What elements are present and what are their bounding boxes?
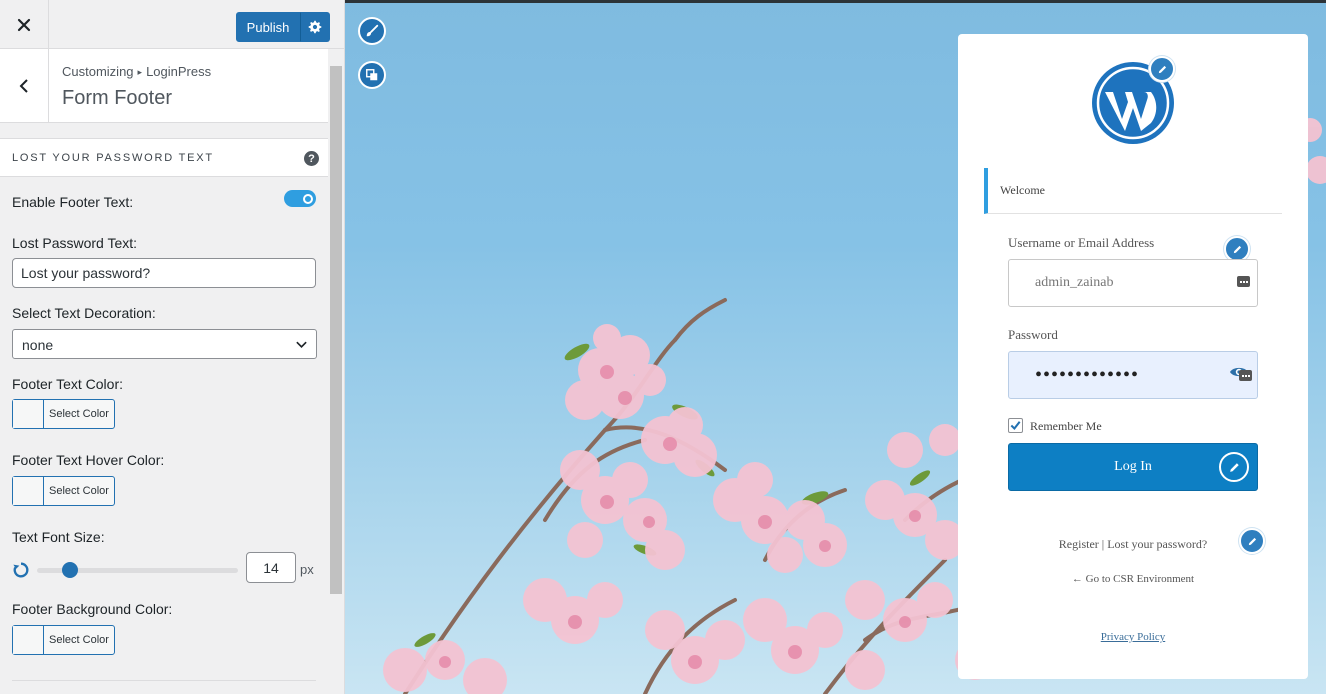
username-input[interactable]	[1008, 259, 1258, 307]
edit-logo-button[interactable]	[1149, 56, 1175, 82]
login-preview: Welcome Username or Email Address Passwo…	[345, 0, 1326, 694]
customizer-topbar: Publish	[0, 0, 344, 49]
password-input[interactable]	[1008, 351, 1258, 399]
select-color-label: Select Color	[49, 485, 109, 497]
close-icon	[17, 18, 31, 31]
edit-button-style-button[interactable]	[1219, 452, 1249, 482]
color-swatch	[13, 400, 44, 428]
publish-button[interactable]: Publish	[236, 12, 300, 42]
remember-me-checkbox[interactable]	[1008, 418, 1023, 433]
control-section-header: LOST YOUR PASSWORD TEXT ?	[0, 138, 328, 177]
close-customizer-button[interactable]	[0, 0, 49, 49]
color-swatch	[13, 626, 44, 654]
welcome-message-box: Welcome	[984, 168, 1282, 214]
font-size-input[interactable]	[246, 552, 296, 583]
log-in-button[interactable]: Log In	[1008, 443, 1258, 491]
customize-background-button[interactable]	[358, 17, 386, 45]
font-size-unit: px	[300, 562, 314, 577]
password-label: Password	[1008, 327, 1058, 342]
text-decoration-value: none	[22, 337, 54, 353]
keyboard-icon	[1237, 276, 1250, 287]
footer-separator: |	[1101, 537, 1105, 551]
select-color-label: Select Color	[49, 408, 109, 420]
footer-hover-color-label: Footer Text Hover Color:	[12, 452, 165, 468]
publish-settings-button[interactable]	[300, 12, 330, 42]
register-link[interactable]: Register	[1059, 537, 1099, 551]
customizer-sidebar: Publish Customizing ▸ LoginPress Form Foot…	[0, 0, 345, 694]
lost-password-link[interactable]: Lost your password?	[1107, 537, 1207, 551]
font-size-label: Text Font Size:	[12, 529, 105, 545]
breadcrumb: Customizing ▸ LoginPress	[62, 64, 211, 79]
reset-icon[interactable]	[12, 561, 30, 579]
layers-icon	[366, 69, 378, 81]
pencil-icon	[1233, 245, 1241, 253]
login-form-card: Welcome Username or Email Address Passwo…	[958, 34, 1308, 679]
customize-layout-button[interactable]	[358, 61, 386, 89]
footer-hover-color-button[interactable]: Select Color	[12, 476, 115, 506]
footer-text-color-button[interactable]: Select Color	[12, 399, 115, 429]
breadcrumb-separator: ▸	[137, 67, 143, 77]
paint-brush-icon	[366, 24, 379, 37]
footer-bg-color-label: Footer Background Color:	[12, 601, 173, 617]
footer-bg-color-button[interactable]: Select Color	[12, 625, 115, 655]
welcome-message: Welcome	[1000, 183, 1046, 197]
breadcrumb-root: Customizing	[62, 64, 134, 79]
back-button[interactable]	[0, 49, 49, 122]
sidebar-scrollbar-thumb[interactable]	[330, 66, 342, 594]
pencil-icon	[1248, 537, 1256, 545]
lost-password-text-input[interactable]	[12, 258, 316, 288]
divider	[12, 680, 316, 681]
section-header: Customizing ▸ LoginPress Form Footer	[0, 49, 328, 123]
edit-footer-button[interactable]	[1239, 528, 1265, 554]
text-decoration-select[interactable]: none	[12, 329, 317, 359]
checkmark-icon	[1010, 421, 1021, 430]
remember-me-label: Remember Me	[1030, 419, 1102, 433]
chevron-down-icon	[296, 341, 307, 349]
privacy-policy-link[interactable]: Privacy Policy	[958, 631, 1308, 643]
control-section-title: LOST YOUR PASSWORD TEXT	[12, 152, 214, 164]
lost-password-label: Lost Password Text:	[12, 235, 138, 251]
breadcrumb-current: LoginPress	[146, 64, 212, 79]
publish-group: Publish	[236, 12, 330, 42]
enable-footer-toggle[interactable]	[284, 190, 316, 207]
username-label: Username or Email Address	[1008, 235, 1155, 250]
help-icon[interactable]: ?	[304, 151, 319, 166]
pencil-icon	[1229, 462, 1239, 472]
text-decoration-label: Select Text Decoration:	[12, 305, 156, 321]
select-color-label: Select Color	[49, 634, 109, 646]
back-chevron-icon	[19, 78, 28, 93]
toggle-knob	[303, 193, 313, 204]
keyboard-icon	[1239, 370, 1252, 381]
font-size-slider-thumb[interactable]	[62, 562, 78, 578]
pencil-icon	[1158, 65, 1166, 73]
back-to-site-link[interactable]: ← Go to CSR Environment	[958, 573, 1308, 585]
log-in-button-label: Log In	[1114, 459, 1152, 474]
color-swatch	[13, 477, 44, 505]
section-title: Form Footer	[62, 87, 173, 109]
footer-text-color-label: Footer Text Color:	[12, 376, 124, 392]
enable-footer-label: Enable Footer Text:	[12, 194, 134, 210]
gear-icon	[308, 20, 322, 34]
